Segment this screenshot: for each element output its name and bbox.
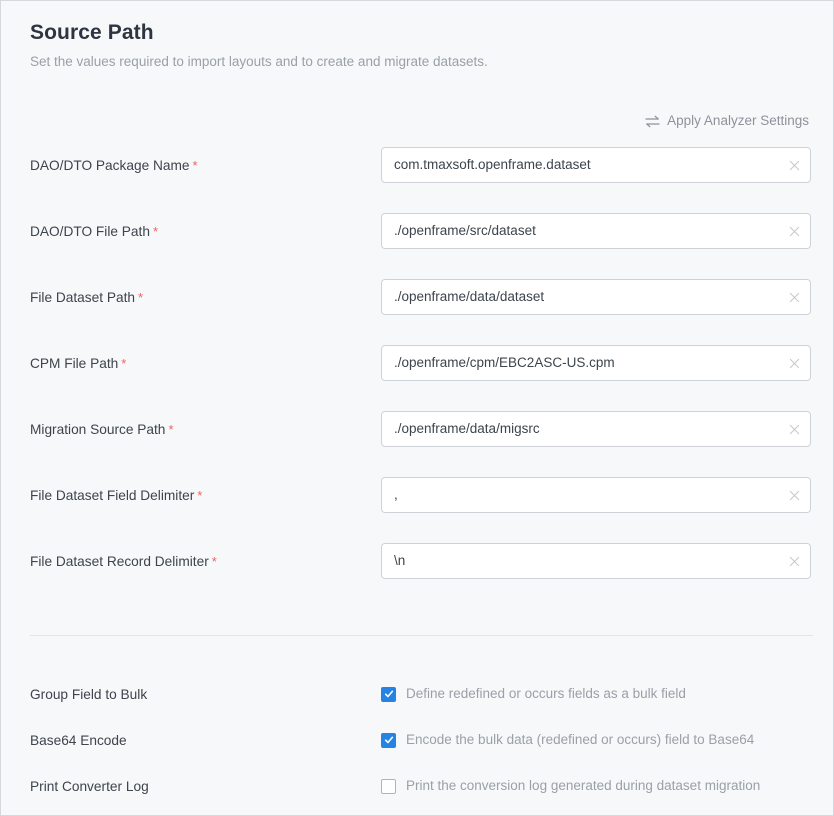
required-marker: * bbox=[138, 290, 144, 305]
base64-encode-option[interactable]: Encode the bulk data (redefined or occur… bbox=[381, 727, 754, 753]
field-label-text: CPM File Path bbox=[30, 356, 119, 371]
field-label-text: Migration Source Path bbox=[30, 422, 166, 437]
close-icon[interactable] bbox=[785, 354, 803, 372]
form-row: Migration Source Path * ./openframe/data/… bbox=[1, 411, 833, 477]
required-marker: * bbox=[168, 422, 174, 437]
field-label-text: File Dataset Path bbox=[30, 290, 135, 305]
option-label: Group Field to Bulk bbox=[30, 687, 148, 702]
option-row: Group Field to Bulk Define redefined or … bbox=[1, 681, 833, 727]
close-icon[interactable] bbox=[785, 288, 803, 306]
input-value[interactable]: ./openframe/cpm/EBC2ASC-US.cpm bbox=[394, 346, 776, 380]
option-row: Base64 Encode Encode the bulk data (rede… bbox=[1, 727, 833, 773]
swap-horizontal-icon bbox=[645, 115, 660, 128]
source-path-settings-panel: Source Path Set the values required to i… bbox=[0, 0, 834, 816]
close-icon[interactable] bbox=[785, 486, 803, 504]
close-icon[interactable] bbox=[785, 222, 803, 240]
form-row: DAO/DTO File Path * ./openframe/src/datas… bbox=[1, 213, 833, 279]
checkbox-checked-icon[interactable] bbox=[381, 686, 396, 702]
form-row: File Dataset Path * ./openframe/data/data… bbox=[1, 279, 833, 345]
form-row: File Dataset Record Delimiter * \n bbox=[1, 543, 833, 609]
apply-analyzer-settings-button[interactable]: Apply Analyzer Settings bbox=[645, 112, 809, 130]
field-label-text: File Dataset Field Delimiter bbox=[30, 488, 195, 503]
required-marker: * bbox=[192, 158, 198, 173]
option-description: Define redefined or occurs fields as a b… bbox=[406, 686, 686, 701]
required-marker: * bbox=[197, 488, 203, 503]
input-value[interactable]: com.tmaxsoft.openframe.dataset bbox=[394, 148, 776, 182]
section-divider bbox=[30, 635, 813, 636]
option-row: Print Converter Log Print the conversion… bbox=[1, 773, 833, 815]
cpm-file-path-input[interactable]: ./openframe/cpm/EBC2ASC-US.cpm bbox=[381, 345, 811, 381]
apply-analyzer-settings-label: Apply Analyzer Settings bbox=[667, 113, 809, 128]
dao-dto-file-path-input[interactable]: ./openframe/src/dataset bbox=[381, 213, 811, 249]
print-converter-log-option[interactable]: Print the conversion log generated durin… bbox=[381, 773, 760, 799]
input-value[interactable]: \n bbox=[394, 544, 776, 578]
group-field-to-bulk-option[interactable]: Define redefined or occurs fields as a b… bbox=[381, 681, 686, 707]
field-label: DAO/DTO Package Name * bbox=[30, 157, 198, 175]
field-label: CPM File Path * bbox=[30, 355, 126, 373]
required-marker: * bbox=[121, 356, 127, 371]
required-marker: * bbox=[211, 554, 217, 569]
page-title: Source Path bbox=[30, 21, 154, 44]
option-label: Base64 Encode bbox=[30, 733, 127, 748]
field-label: File Dataset Record Delimiter * bbox=[30, 553, 217, 571]
option-label: Print Converter Log bbox=[30, 779, 149, 794]
input-value[interactable]: ./openframe/src/dataset bbox=[394, 214, 776, 248]
form-row: File Dataset Field Delimiter * , bbox=[1, 477, 833, 543]
input-value[interactable]: ./openframe/data/migsrc bbox=[394, 412, 776, 446]
file-dataset-path-input[interactable]: ./openframe/data/dataset bbox=[381, 279, 811, 315]
checkbox-checked-icon[interactable] bbox=[381, 732, 396, 748]
form-fields: DAO/DTO Package Name * com.tmaxsoft.openf… bbox=[1, 147, 833, 609]
form-row: CPM File Path * ./openframe/cpm/EBC2ASC-U… bbox=[1, 345, 833, 411]
field-label: DAO/DTO File Path * bbox=[30, 223, 158, 241]
field-label: File Dataset Path * bbox=[30, 289, 143, 307]
field-label-text: File Dataset Record Delimiter bbox=[30, 554, 209, 569]
migration-source-path-input[interactable]: ./openframe/data/migsrc bbox=[381, 411, 811, 447]
field-label-text: DAO/DTO Package Name bbox=[30, 158, 190, 173]
file-dataset-field-delimiter-input[interactable]: , bbox=[381, 477, 811, 513]
close-icon[interactable] bbox=[785, 156, 803, 174]
input-value[interactable]: , bbox=[394, 478, 776, 512]
field-label: File Dataset Field Delimiter * bbox=[30, 487, 202, 505]
option-checkboxes: Group Field to Bulk Define redefined or … bbox=[1, 681, 833, 815]
field-label-text: DAO/DTO File Path bbox=[30, 224, 150, 239]
field-label: Migration Source Path * bbox=[30, 421, 174, 439]
required-marker: * bbox=[152, 224, 158, 239]
panel-header: Source Path Set the values required to i… bbox=[30, 19, 790, 72]
page-subtitle: Set the values required to import layout… bbox=[30, 54, 488, 69]
file-dataset-record-delimiter-input[interactable]: \n bbox=[381, 543, 811, 579]
close-icon[interactable] bbox=[785, 552, 803, 570]
form-row: DAO/DTO Package Name * com.tmaxsoft.openf… bbox=[1, 147, 833, 213]
close-icon[interactable] bbox=[785, 420, 803, 438]
dao-dto-package-name-input[interactable]: com.tmaxsoft.openframe.dataset bbox=[381, 147, 811, 183]
option-description: Encode the bulk data (redefined or occur… bbox=[406, 732, 755, 747]
option-description: Print the conversion log generated durin… bbox=[406, 778, 761, 793]
checkbox-unchecked-icon[interactable] bbox=[381, 778, 396, 794]
input-value[interactable]: ./openframe/data/dataset bbox=[394, 280, 776, 314]
